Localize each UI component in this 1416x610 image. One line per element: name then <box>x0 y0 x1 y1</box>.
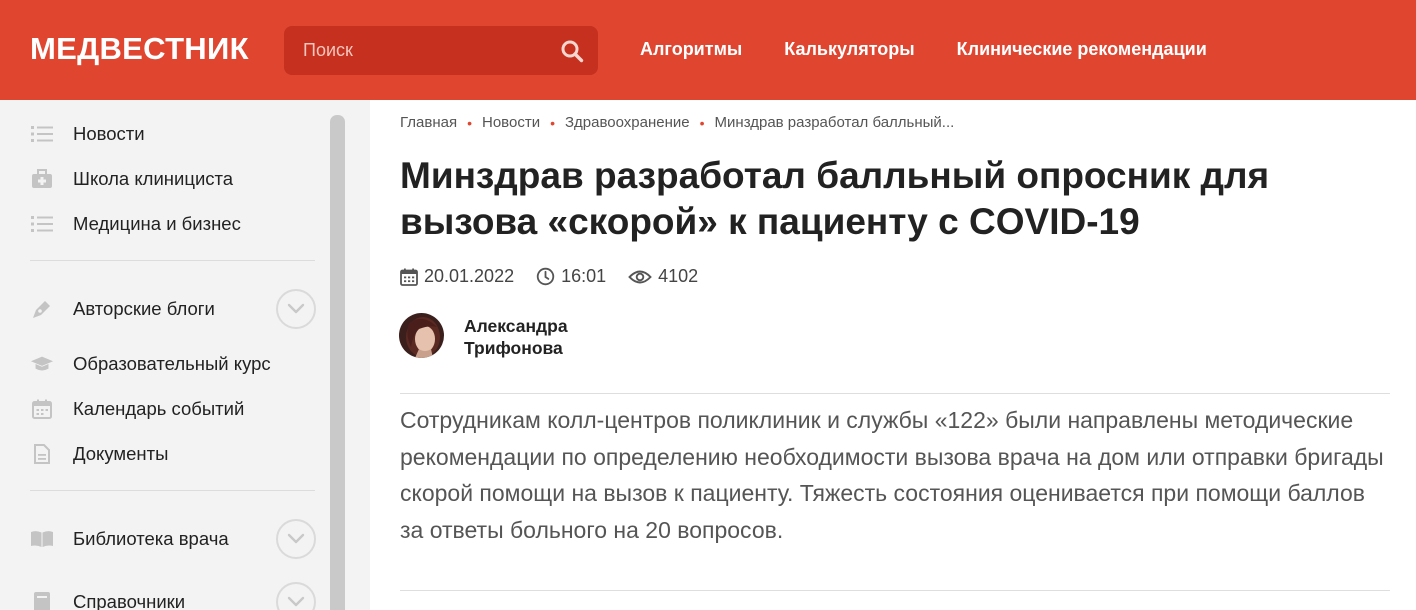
chevron-down-icon <box>287 533 305 544</box>
sidebar-item-clinician-school[interactable]: Школа клинициста <box>30 164 320 194</box>
sidebar-item-documents[interactable]: Документы <box>30 439 320 469</box>
sidebar-item-label: Библиотека врача <box>73 528 229 549</box>
breadcrumb-home[interactable]: Главная <box>400 114 457 131</box>
nav-link-clinical-guidelines[interactable]: Клинические рекомендации <box>957 39 1207 60</box>
author-avatar[interactable] <box>399 313 444 358</box>
author-first-name: Александра <box>464 316 568 336</box>
list-icon <box>30 122 54 146</box>
author-last-name: Трифонова <box>464 338 563 358</box>
article-lead: Сотрудникам колл-центров поликлиник и сл… <box>400 407 1384 543</box>
list-icon <box>30 212 54 236</box>
handbook-icon <box>30 590 54 610</box>
site-header: МЕДВЕСТНИК Алгоритмы Калькуляторы Клинич… <box>0 0 1416 100</box>
sidebar-item-label: Справочники <box>73 591 186 610</box>
book-icon <box>30 527 54 551</box>
search-input[interactable] <box>284 26 554 75</box>
breadcrumb: Главная • Новости • Здравоохранение • Ми… <box>400 114 954 131</box>
clock-icon <box>536 267 555 286</box>
nav-link-algorithms[interactable]: Алгоритмы <box>640 39 742 60</box>
content-divider <box>400 590 1390 591</box>
sidebar-item-label: Авторские блоги <box>73 298 215 319</box>
eye-icon <box>628 270 652 283</box>
site-logo[interactable]: МЕДВЕСТНИК <box>30 31 249 67</box>
article-time: 16:01 <box>536 266 606 287</box>
sidebar-item-medicine-business[interactable]: Медицина и бизнес <box>30 209 320 239</box>
chevron-down-icon <box>287 596 305 607</box>
sidebar-item-label: Новости <box>73 123 145 144</box>
breadcrumb-news[interactable]: Новости <box>482 114 540 131</box>
search-box <box>284 26 598 75</box>
expand-author-blogs-button[interactable] <box>276 289 316 329</box>
sidebar-divider <box>30 490 315 491</box>
pen-icon <box>30 297 54 321</box>
sidebar-item-label: Календарь событий <box>73 398 245 419</box>
briefcase-medical-icon <box>30 167 54 191</box>
sidebar-item-news[interactable]: Новости <box>30 119 320 149</box>
calendar-icon <box>400 268 418 286</box>
sidebar-item-label: Образовательный курс <box>73 353 271 374</box>
sidebar-item-label: Медицина и бизнес <box>73 213 241 234</box>
graduation-cap-icon <box>30 352 54 376</box>
author-name[interactable]: Александра Трифонова <box>464 315 568 359</box>
breadcrumb-healthcare[interactable]: Здравоохранение <box>565 114 690 131</box>
article-title: Минздрав разработал балльный опросник дл… <box>400 155 1270 242</box>
sidebar-scrollbar[interactable] <box>330 115 345 610</box>
document-icon <box>30 442 54 466</box>
expand-doctor-library-button[interactable] <box>276 519 316 559</box>
main-nav: Алгоритмы Калькуляторы Клинические реком… <box>640 39 1207 60</box>
sidebar-item-label: Школа клинициста <box>73 168 234 189</box>
breadcrumb-current: Минздрав разработал балльный... <box>714 114 955 131</box>
time-text: 16:01 <box>561 266 607 286</box>
calendar-icon <box>30 397 54 421</box>
sidebar-item-label: Документы <box>73 443 169 464</box>
search-icon[interactable] <box>560 39 584 63</box>
breadcrumb-separator: • <box>699 114 705 131</box>
article-views: 4102 <box>628 266 698 287</box>
breadcrumb-separator: • <box>467 114 472 131</box>
breadcrumb-separator: • <box>550 114 555 131</box>
sidebar-divider <box>30 260 315 261</box>
chevron-down-icon <box>287 303 305 314</box>
nav-link-calculators[interactable]: Калькуляторы <box>784 39 914 60</box>
sidebar-item-educational-course[interactable]: Образовательный курс <box>30 349 320 379</box>
article-date: 20.01.2022 <box>400 266 514 287</box>
article-meta: 20.01.2022 16:01 4102 <box>400 266 720 287</box>
sidebar-item-events-calendar[interactable]: Календарь событий <box>30 394 320 424</box>
content-divider <box>400 393 1390 394</box>
date-text: 20.01.2022 <box>424 266 515 286</box>
views-count: 4102 <box>658 266 699 286</box>
